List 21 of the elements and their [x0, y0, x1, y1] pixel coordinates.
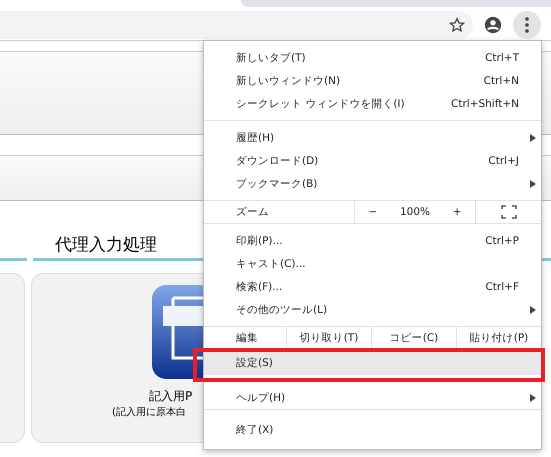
- star-icon[interactable]: [449, 17, 465, 33]
- menu-item[interactable]: 履歴(H): [204, 126, 541, 149]
- edit-button[interactable]: コピー(C): [371, 327, 456, 349]
- menu-item[interactable]: シークレット ウィンドウを開く(I) Ctrl+Shift+N: [204, 92, 541, 115]
- card-subtitle: (記入用に原本白: [112, 406, 186, 419]
- card-title: 記入用P: [149, 388, 192, 405]
- fullscreen-icon[interactable]: [500, 205, 516, 219]
- menu-item[interactable]: ブックマーク(B): [204, 172, 541, 195]
- menu-item[interactable]: 新しいタブ(T) Ctrl+T: [204, 46, 541, 69]
- menu-item[interactable]: 設定(S): [204, 351, 541, 375]
- zoom-in-button[interactable]: +: [448, 206, 466, 218]
- edit-button[interactable]: 切り取り(T): [286, 327, 371, 349]
- zoom-value: 100%: [400, 206, 430, 218]
- edit-label: 編集: [235, 331, 259, 346]
- menu-item[interactable]: 新しいウィンドウ(N) Ctrl+N: [204, 69, 541, 92]
- edit-button[interactable]: 貼り付け(P): [456, 327, 541, 349]
- menu-button[interactable]: [513, 11, 541, 39]
- menu-item[interactable]: ダウンロード(D) Ctrl+J: [204, 149, 541, 172]
- zoom-out-button[interactable]: −: [364, 206, 382, 218]
- zoom-label: ズーム: [235, 205, 270, 220]
- menu-icon: [525, 17, 529, 33]
